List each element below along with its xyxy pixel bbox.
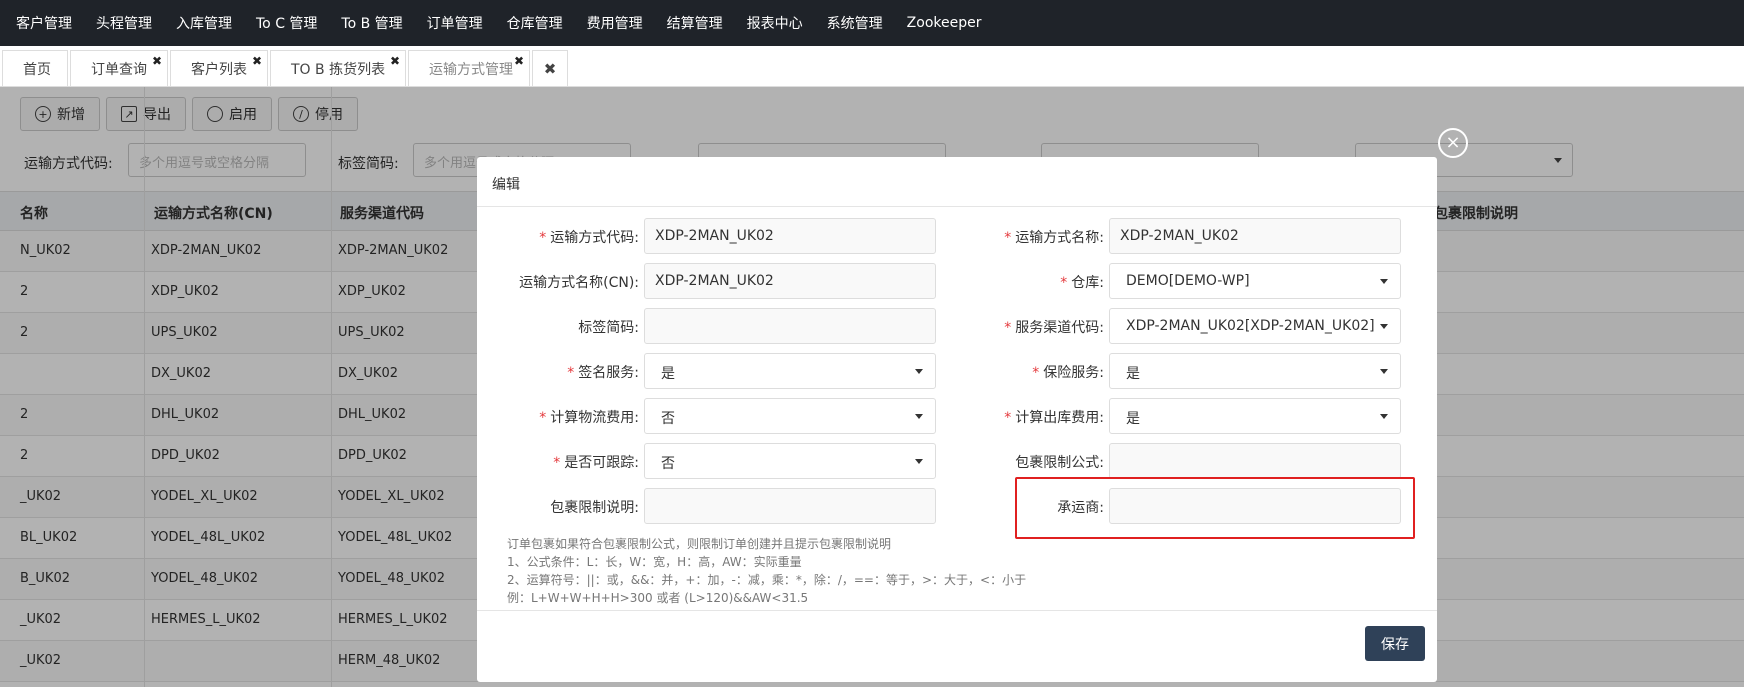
tab-label: 订单查询 <box>91 61 147 78</box>
hint-line: 2、运算符号：||：或，&&：并，+：加，-：减，乘：*，除：/，==：等于，>… <box>507 573 1027 587</box>
label-warehouse: * 仓库: <box>477 263 1104 299</box>
close-icon[interactable]: × <box>1438 128 1468 158</box>
nav-zookeeper[interactable]: Zookeeper <box>897 15 992 31</box>
label-channel: * 服务渠道代码: <box>477 308 1104 344</box>
required-mark: * <box>1060 275 1068 291</box>
nav-first-leg[interactable]: 头程管理 <box>86 13 162 33</box>
name-field[interactable]: XDP-2MAN_UK02 <box>1109 218 1401 254</box>
hint-line: 例：L+W+W+H+H>300 或者 (L>120)&&AW<31.5 <box>507 591 809 605</box>
channel-value: XDP-2MAN_UK02[XDP-2MAN_UK02] <box>1126 318 1375 334</box>
required-mark: * <box>1032 365 1040 381</box>
nav-toc[interactable]: To C 管理 <box>246 13 327 33</box>
label-text: 运输方式名称: <box>1015 230 1104 246</box>
label-package-formula: 包裹限制公式: <box>1015 455 1104 471</box>
required-mark: * <box>1004 320 1012 336</box>
outbound-fee-select[interactable]: 是 <box>1109 398 1401 434</box>
label-text: 服务渠道代码: <box>1015 320 1104 336</box>
nav-customer[interactable]: 客户管理 <box>6 13 82 33</box>
nav-tob[interactable]: To B 管理 <box>331 13 412 33</box>
nav-inbound[interactable]: 入库管理 <box>166 13 242 33</box>
close-icon[interactable]: ✖ <box>390 54 400 68</box>
nav-orders[interactable]: 订单管理 <box>417 13 493 33</box>
dialog-footer: 保存 <box>477 610 1437 682</box>
chevron-down-icon <box>1380 324 1388 329</box>
tab-order-query[interactable]: 订单查询 ✖ <box>70 50 168 86</box>
save-button[interactable]: 保存 <box>1365 626 1425 661</box>
edit-dialog: 编辑 * 运输方式代码: XDP-2MAN_UK02 * 运输方式名称: XDP-2… <box>477 157 1437 682</box>
nav-fees[interactable]: 费用管理 <box>577 13 653 33</box>
tab-label: TO B 拣货列表 <box>291 61 386 78</box>
close-icon[interactable]: ✖ <box>152 54 162 68</box>
tab-label: 首页 <box>23 61 51 78</box>
insurance-value: 是 <box>1126 366 1140 382</box>
nav-reports[interactable]: 报表中心 <box>737 13 813 33</box>
tab-shipping-method[interactable]: 运输方式管理 ✖ <box>408 50 530 86</box>
label-text: 仓库: <box>1071 275 1104 291</box>
tab-label: 客户列表 <box>191 61 247 78</box>
carrier-highlight-box <box>1015 477 1415 539</box>
chevron-down-icon <box>1380 369 1388 374</box>
close-icon[interactable]: ✖ <box>252 54 262 68</box>
package-formula-field[interactable] <box>1109 443 1401 479</box>
dialog-title: 编辑 <box>477 157 1437 207</box>
top-navigation: 客户管理 头程管理 入库管理 To C 管理 To B 管理 订单管理 仓库管理… <box>0 0 1744 46</box>
formula-hint: 订单包裹如果符合包裹限制公式，则限制订单创建并且提示包裹限制说明 1、公式条件：… <box>507 535 1026 607</box>
tab-bar: 首页 订单查询 ✖ 客户列表 ✖ TO B 拣货列表 ✖ 运输方式管理 ✖ ✖ <box>0 46 1744 87</box>
label-text: 计算出库费用: <box>1015 410 1104 426</box>
hint-line: 1、公式条件：L：长，W：宽，H：高，AW：实际重量 <box>507 555 802 569</box>
label-carrier: 承运商: <box>1057 500 1104 516</box>
chevron-down-icon <box>1380 414 1388 419</box>
tab-customer-list[interactable]: 客户列表 ✖ <box>170 50 268 86</box>
required-mark: * <box>1004 410 1012 426</box>
chevron-down-icon <box>1380 279 1388 284</box>
warehouse-select[interactable]: DEMO[DEMO-WP] <box>1109 263 1401 299</box>
tab-tob-picking[interactable]: TO B 拣货列表 ✖ <box>270 50 406 86</box>
close-all-tabs-button[interactable]: ✖ <box>532 50 568 86</box>
channel-select[interactable]: XDP-2MAN_UK02[XDP-2MAN_UK02] <box>1109 308 1401 344</box>
outbound-fee-value: 是 <box>1126 411 1140 427</box>
nav-system[interactable]: 系统管理 <box>817 13 893 33</box>
tab-home[interactable]: 首页 <box>2 50 68 86</box>
nav-settlement[interactable]: 结算管理 <box>657 13 733 33</box>
warehouse-value: DEMO[DEMO-WP] <box>1126 273 1250 289</box>
hint-line: 订单包裹如果符合包裹限制公式，则限制订单创建并且提示包裹限制说明 <box>507 537 892 551</box>
tab-label: 运输方式管理 <box>429 61 513 78</box>
close-icon[interactable]: ✖ <box>514 54 524 68</box>
label-outbound-fee: * 计算出库费用: <box>477 398 1104 434</box>
label-text: 保险服务: <box>1043 365 1104 381</box>
insurance-select[interactable]: 是 <box>1109 353 1401 389</box>
nav-warehouse[interactable]: 仓库管理 <box>497 13 573 33</box>
label-insurance: * 保险服务: <box>477 353 1104 389</box>
label-name: * 运输方式名称: <box>477 218 1104 254</box>
required-mark: * <box>1004 230 1012 246</box>
